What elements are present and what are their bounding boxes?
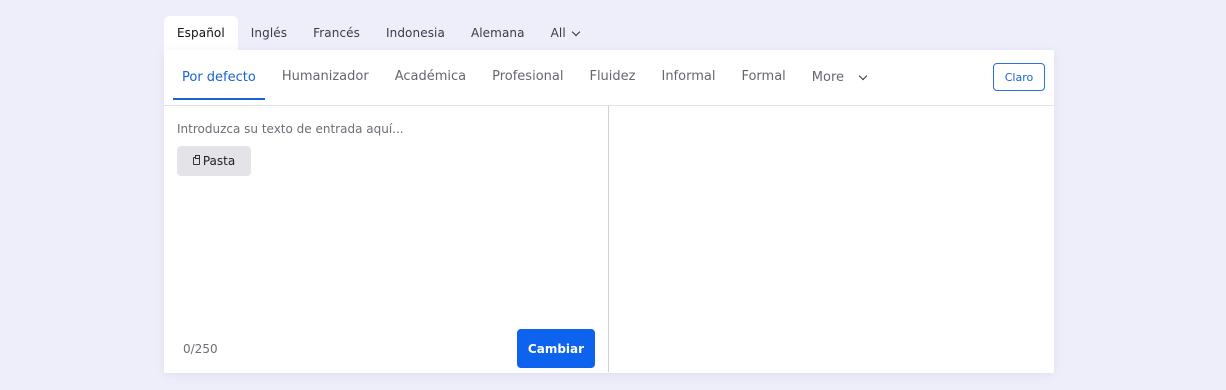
tab-humanizador[interactable]: Humanizador bbox=[273, 50, 378, 105]
tab-formal[interactable]: Formal bbox=[732, 50, 794, 105]
tab-por-defecto[interactable]: Por defecto bbox=[173, 56, 265, 100]
tab-informal[interactable]: Informal bbox=[652, 50, 724, 105]
tab-all-dropdown[interactable]: All bbox=[538, 16, 592, 50]
tab-espanol[interactable]: Español bbox=[164, 16, 238, 50]
more-modes-dropdown[interactable]: More bbox=[803, 70, 868, 85]
tab-academica[interactable]: Académica bbox=[386, 50, 475, 105]
paste-label: Pasta bbox=[202, 154, 236, 168]
all-label: All bbox=[550, 26, 566, 40]
tab-fluidez[interactable]: Fluidez bbox=[580, 50, 644, 105]
input-pane[interactable]: Introduzca su texto de entrada aquí... P… bbox=[164, 106, 609, 372]
editor-panes: Introduzca su texto de entrada aquí... P… bbox=[164, 106, 1054, 372]
input-placeholder: Introduzca su texto de entrada aquí... bbox=[177, 122, 404, 136]
character-counter: 0/250 bbox=[183, 342, 218, 356]
language-tabs: Español Inglés Francés Indonesia Alemana… bbox=[164, 16, 592, 50]
paste-button[interactable]: Pasta bbox=[177, 146, 251, 176]
tab-ingles[interactable]: Inglés bbox=[238, 16, 300, 50]
tab-frances[interactable]: Francés bbox=[300, 16, 373, 50]
chevron-down-icon bbox=[571, 27, 581, 36]
submit-button[interactable]: Cambiar bbox=[517, 329, 595, 368]
output-pane bbox=[609, 106, 1054, 372]
theme-toggle-button[interactable]: Claro bbox=[993, 63, 1045, 91]
editor-card: Por defecto Humanizador Académica Profes… bbox=[164, 50, 1054, 373]
tab-alemana[interactable]: Alemana bbox=[458, 16, 538, 50]
mode-tab-bar: Por defecto Humanizador Académica Profes… bbox=[164, 50, 1054, 106]
more-label: More bbox=[811, 70, 845, 85]
clipboard-icon bbox=[192, 155, 200, 165]
tab-indonesia[interactable]: Indonesia bbox=[373, 16, 458, 50]
chevron-down-icon bbox=[858, 71, 868, 81]
tab-profesional[interactable]: Profesional bbox=[483, 50, 572, 105]
